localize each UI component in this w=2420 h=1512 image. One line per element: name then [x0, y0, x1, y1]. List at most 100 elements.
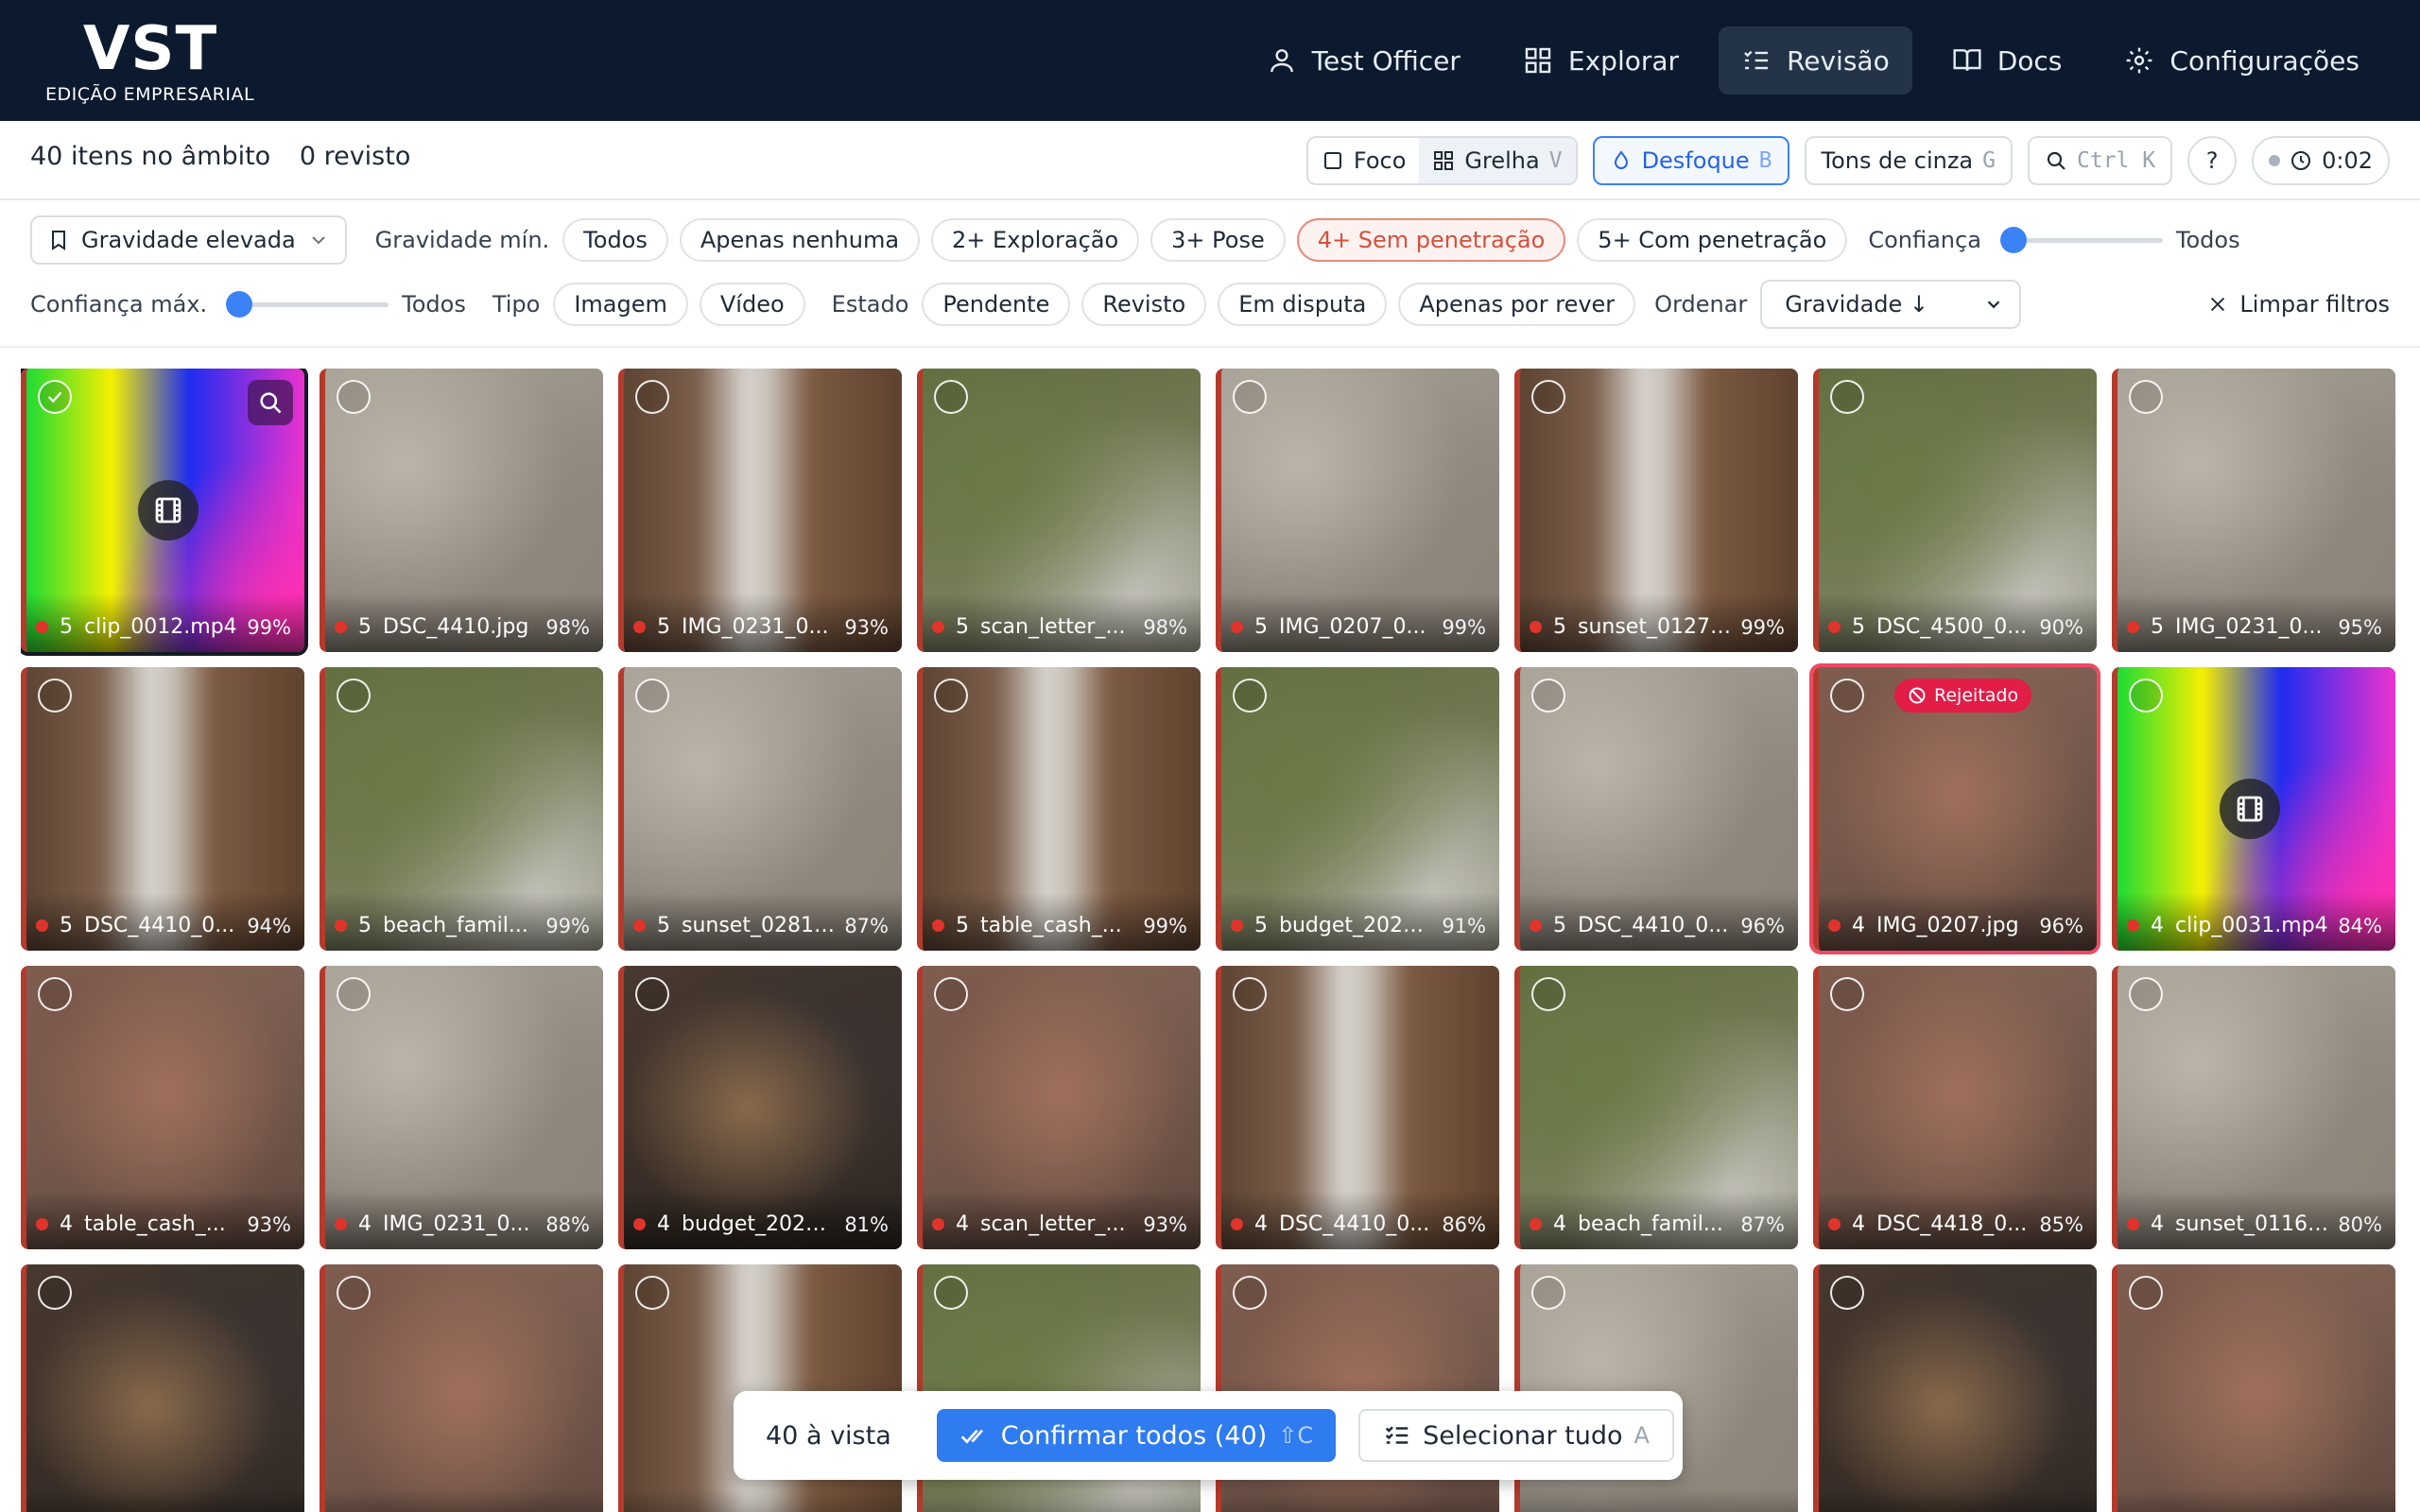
tile-caption: 5 clip_0012.mp4 99%	[36, 615, 291, 639]
severity-chip-exploracao[interactable]: 2+ Exploração	[931, 218, 1140, 262]
media-tile[interactable]: 4 DSC_4418_0... 85%	[1813, 966, 2097, 1249]
timer-value: 0:02	[2322, 147, 2373, 174]
select-checkbox[interactable]	[934, 977, 968, 1011]
media-tile[interactable]: 5 DSC_4500_0... 90%	[1813, 369, 2097, 652]
select-checkbox[interactable]	[2129, 380, 2163, 414]
severity-chip-sem-penetracao[interactable]: 4+ Sem penetração	[1296, 218, 1566, 262]
select-checkbox[interactable]	[635, 1276, 669, 1310]
media-tile[interactable]: 5 DSC_4410_0... 94%	[21, 667, 304, 951]
select-checkbox[interactable]	[1531, 679, 1565, 713]
select-checkbox[interactable]	[1830, 1276, 1864, 1310]
media-tile[interactable]: 5 scan_letter_... 98%	[917, 369, 1201, 652]
select-checkbox[interactable]	[337, 1276, 371, 1310]
media-tile[interactable]: 5 IMG_0231_0... 93%	[618, 369, 902, 652]
select-checkbox[interactable]	[1830, 380, 1864, 414]
nav-item-configuracoes[interactable]: Configurações	[2101, 26, 2382, 94]
slider-thumb[interactable]	[226, 291, 253, 318]
media-tile[interactable]	[1813, 1264, 2097, 1512]
type-chip-imagem[interactable]: Imagem	[553, 283, 688, 326]
media-tile[interactable]: 4 budget_2025... 81%	[618, 966, 902, 1249]
media-tile[interactable]: 5 sunset_0281.... 87%	[618, 667, 902, 951]
select-checkbox[interactable]	[1830, 977, 1864, 1011]
select-checkbox[interactable]	[1233, 977, 1267, 1011]
review-grid: 5 clip_0012.mp4 99% 5 DSC_4410.jpg 98% 5 IMG_02…	[21, 369, 2401, 1512]
select-checkbox[interactable]	[337, 977, 371, 1011]
select-checkbox[interactable]	[934, 1276, 968, 1310]
select-checkbox[interactable]	[38, 679, 72, 713]
media-tile[interactable]: 4 beach_famil... 87%	[1514, 966, 1798, 1249]
media-tile[interactable]: 4 IMG_0231_0... 88%	[320, 966, 603, 1249]
media-tile[interactable]: 5 beach_famil... 99%	[320, 667, 603, 951]
state-chip-em-disputa[interactable]: Em disputa	[1218, 283, 1388, 326]
media-tile[interactable]: 4 clip_0031.mp4 84%	[2112, 667, 2395, 951]
search-button[interactable]: Ctrl K	[2028, 136, 2173, 185]
select-checkbox[interactable]	[1531, 1276, 1565, 1310]
confidence-slider[interactable]	[1999, 227, 2163, 253]
severity-chip-apenas-nenhuma[interactable]: Apenas nenhuma	[679, 218, 921, 262]
media-tile[interactable]: 4 scan_letter_... 93%	[917, 966, 1201, 1249]
state-chip-pendente[interactable]: Pendente	[922, 283, 1071, 326]
max-confidence-slider[interactable]	[226, 291, 389, 318]
nav-item-revisao[interactable]: Revisão	[1719, 26, 1912, 94]
media-tile[interactable]: Rejeitado 4 IMG_0207.jpg 96%	[1809, 663, 2100, 954]
slider-thumb[interactable]	[1999, 227, 2027, 253]
select-checkbox[interactable]	[635, 380, 669, 414]
media-tile[interactable]: 4 sunset_0116.... 80%	[2112, 966, 2395, 1249]
state-chip-revisto[interactable]: Revisto	[1081, 283, 1207, 326]
select-checkbox[interactable]	[635, 977, 669, 1011]
sort-select[interactable]: Gravidade ↓	[1760, 280, 2022, 329]
severity-chip-pose[interactable]: 3+ Pose	[1150, 218, 1286, 262]
nav-item-test-officer[interactable]: Test Officer	[1244, 26, 1483, 94]
select-checkbox[interactable]	[1233, 380, 1267, 414]
media-tile[interactable]: 5 IMG_0207_0... 99%	[1216, 369, 1499, 652]
select-checkbox[interactable]	[38, 1276, 72, 1310]
select-checkbox[interactable]	[2129, 679, 2163, 713]
media-tile[interactable]	[320, 1264, 603, 1512]
app-logo[interactable]: VST EDIÇÃO EMPRESARIAL	[45, 17, 272, 106]
clear-filters-button[interactable]: Limpar filtros	[2207, 291, 2390, 318]
focus-mode-button[interactable]: Foco	[1308, 138, 1420, 183]
select-checkbox[interactable]	[2129, 1276, 2163, 1310]
confirm-all-button[interactable]: Confirmar todos (40) ⇧C	[936, 1409, 1337, 1462]
media-tile[interactable]: 5 DSC_4410.jpg 98%	[320, 369, 603, 652]
nav-item-docs[interactable]: Docs	[1929, 26, 2085, 94]
preset-dropdown[interactable]: Gravidade elevada	[30, 215, 347, 265]
select-checkbox[interactable]	[2129, 977, 2163, 1011]
select-checkbox[interactable]	[38, 977, 72, 1011]
blur-toggle-button[interactable]: Desfoque B	[1592, 136, 1789, 185]
nav-item-explorar[interactable]: Explorar	[1500, 26, 1702, 94]
select-checkbox[interactable]	[1233, 679, 1267, 713]
select-checkbox[interactable]	[1233, 1276, 1267, 1310]
media-tile[interactable]: 5 table_cash_... 99%	[917, 667, 1201, 951]
media-tile[interactable]: 4 table_cash_... 93%	[21, 966, 304, 1249]
select-checkbox[interactable]	[337, 380, 371, 414]
select-checkbox[interactable]	[1531, 977, 1565, 1011]
media-tile[interactable]: 5 budget_2025... 91%	[1216, 667, 1499, 951]
file-name: budget_2025...	[1279, 914, 1435, 937]
select-checkbox[interactable]	[38, 380, 72, 414]
file-name: DSC_4410_0...	[1279, 1212, 1430, 1236]
help-button[interactable]: ?	[2187, 136, 2238, 185]
media-tile[interactable]: 5 DSC_4410_0... 96%	[1514, 667, 1798, 951]
select-checkbox[interactable]	[1531, 380, 1565, 414]
select-checkbox[interactable]	[934, 679, 968, 713]
severity-chip-todos[interactable]: Todos	[562, 218, 668, 262]
media-tile[interactable]: 5 IMG_0231_0... 95%	[2112, 369, 2395, 652]
media-tile[interactable]: 5 sunset_0127.... 99%	[1514, 369, 1798, 652]
select-checkbox[interactable]	[934, 380, 968, 414]
severity-chip-com-penetracao[interactable]: 5+ Com penetração	[1577, 218, 1848, 262]
zoom-button[interactable]	[248, 380, 293, 425]
state-chip-apenas-por-rever[interactable]: Apenas por rever	[1398, 283, 1636, 326]
grayscale-shortcut: G	[1982, 148, 1996, 173]
media-tile[interactable]: 4 DSC_4410_0... 86%	[1216, 966, 1499, 1249]
type-chip-video[interactable]: Vídeo	[699, 283, 805, 326]
grid-mode-button[interactable]: Grelha V	[1419, 138, 1576, 183]
media-tile[interactable]: 5 clip_0012.mp4 99%	[21, 369, 308, 656]
select-checkbox[interactable]	[1830, 679, 1864, 713]
select-checkbox[interactable]	[635, 679, 669, 713]
select-checkbox[interactable]	[337, 679, 371, 713]
select-all-button[interactable]: Selecionar tudo A	[1358, 1409, 1674, 1462]
grayscale-toggle-button[interactable]: Tons de cinza G	[1804, 136, 2013, 185]
media-tile[interactable]	[21, 1264, 304, 1512]
media-tile[interactable]	[2112, 1264, 2395, 1512]
